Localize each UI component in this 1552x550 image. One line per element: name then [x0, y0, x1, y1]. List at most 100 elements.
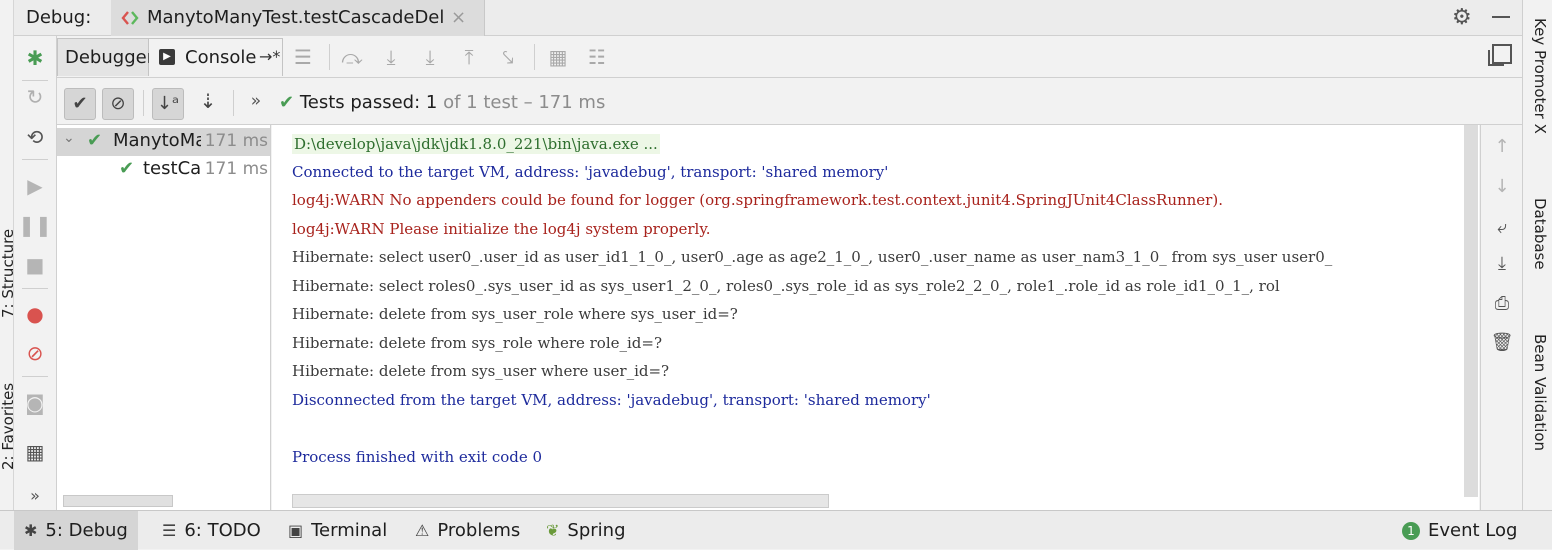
more-icon[interactable]: »: [243, 88, 269, 114]
tree-item-name: testCascadeDel: [143, 158, 203, 179]
chevron-down-icon[interactable]: ⌄: [63, 130, 75, 146]
event-count-badge: 1: [1402, 521, 1420, 540]
view-breakpoints-icon[interactable]: ●: [22, 301, 48, 327]
tests-passed-detail: of 1 test – 171 ms: [443, 92, 606, 113]
console-line: Hibernate: select roles0_.sys_user_id as…: [292, 277, 1280, 295]
console-output[interactable]: D:\develop\java\jdk\jdk1.8.0_221\bin\jav…: [272, 125, 1479, 510]
bottom-tab-terminal-label: Terminal: [311, 520, 388, 541]
structure-tool-label[interactable]: 7: Structure: [0, 229, 13, 318]
console-line: Hibernate: delete from sys_user where us…: [292, 362, 670, 380]
restore-layout-icon[interactable]: [1488, 44, 1512, 66]
show-ignored-icon[interactable]: ⊘: [102, 88, 134, 120]
favorites-tool-label[interactable]: 2: Favorites: [0, 383, 13, 470]
bottom-tab-problems[interactable]: ⚠ Problems: [405, 511, 530, 550]
show-execution-point-icon[interactable]: ☰: [290, 44, 316, 70]
bottom-tab-todo[interactable]: ☰ 6: TODO: [152, 511, 271, 550]
trash-icon[interactable]: 🗑: [1490, 331, 1514, 355]
check-icon: ✔: [279, 92, 295, 113]
trace-icon[interactable]: ☷: [584, 44, 610, 70]
tree-item-name: ManytoManyTest: [113, 130, 203, 151]
resume-icon[interactable]: ▶: [22, 173, 48, 199]
soft-wrap-icon[interactable]: ⤶: [1490, 216, 1514, 240]
force-step-into-icon[interactable]: ⤓: [417, 44, 443, 70]
camera-icon[interactable]: ◙: [22, 390, 48, 416]
step-into-icon[interactable]: ⤓: [378, 44, 404, 70]
tab-debugger[interactable]: Debugger: [57, 38, 154, 76]
console-pin-icon[interactable]: →*: [259, 47, 280, 66]
debug-side-toolbar: ✱ ↻ ⟲ ▶ ❚❚ ■ ● ⊘ ◙ ▦ »: [14, 36, 57, 510]
tree-item-time: 171 ms: [200, 131, 268, 151]
console-icon: ▶: [159, 49, 175, 65]
console-line: Hibernate: delete from sys_user_role whe…: [292, 305, 738, 323]
bug-icon: ✱: [24, 521, 38, 540]
scroll-to-end-icon[interactable]: ⤓: [1490, 252, 1514, 276]
passed-check-icon: ✔: [87, 130, 103, 151]
bottom-tab-spring-label: Spring: [567, 520, 626, 541]
terminal-icon: ▣: [288, 521, 304, 540]
minimize-icon[interactable]: [1492, 16, 1510, 18]
bottom-tab-debug-label: 5: Debug: [45, 520, 128, 541]
up-arrow-icon[interactable]: ↑: [1490, 135, 1514, 159]
close-icon[interactable]: ×: [451, 7, 466, 28]
bottom-tab-terminal[interactable]: ▣ Terminal: [278, 511, 397, 550]
debug-session-tab-label: ManytoManyTest.testCascadeDel: [147, 7, 445, 28]
down-arrow-icon[interactable]: ↓: [1490, 175, 1514, 199]
key-promoter-tool-label[interactable]: Key Promoter X: [1531, 18, 1549, 134]
stop-icon[interactable]: ■: [22, 252, 48, 278]
warning-icon: ⚠: [415, 521, 430, 540]
sort-by-duration-icon[interactable]: ⇣: [195, 88, 221, 114]
tab-console[interactable]: ▶ Console →*: [149, 38, 283, 76]
bottom-tool-bar: ✱ 5: Debug ☰ 6: TODO ▣ Terminal ⚠ Proble…: [0, 510, 1552, 550]
rerun-failed-icon[interactable]: ↻: [22, 84, 48, 110]
tab-debugger-label: Debugger: [65, 47, 155, 68]
pause-icon[interactable]: ❚❚: [18, 212, 52, 238]
print-icon[interactable]: ⎙: [1490, 292, 1514, 316]
tests-passed-count: 1: [425, 92, 438, 113]
tests-status: ✔ Tests passed: 1 of 1 test – 171 ms: [279, 92, 605, 113]
console-line: Disconnected from the target VM, address…: [292, 391, 931, 409]
debug-window-header: Debug: ManytoManyTest.testCascadeDel × ⚙: [14, 0, 1522, 36]
run-config-icon: [121, 11, 139, 25]
bottom-tab-debug[interactable]: ✱ 5: Debug: [14, 511, 138, 550]
passed-check-icon: ✔: [119, 158, 135, 179]
run-to-cursor-icon[interactable]: ⤥: [495, 44, 521, 70]
more-icon[interactable]: »: [22, 482, 48, 508]
step-over-icon[interactable]: ⤼: [339, 44, 365, 70]
evaluate-expression-icon[interactable]: ▦: [545, 44, 571, 70]
console-line[interactable]: D:\develop\java\jdk\jdk1.8.0_221\bin\jav…: [292, 134, 660, 154]
tree-horizontal-scrollbar[interactable]: [63, 495, 173, 507]
event-log-label: Event Log: [1428, 520, 1518, 541]
left-tool-strip: 7: Structure 2: Favorites: [0, 0, 14, 510]
tests-passed-label: Tests passed:: [299, 92, 421, 113]
debug-tool-tabs: Debugger ▶ Console →* ☰ ⤼ ⤓ ⤓ ⤒ ⤥ ▦ ☷: [57, 36, 1522, 78]
console-horizontal-scrollbar[interactable]: [292, 494, 829, 508]
bean-validation-tool-label[interactable]: Bean Validation: [1531, 334, 1549, 451]
debug-title: Debug:: [26, 7, 92, 28]
bottom-tab-todo-label: 6: TODO: [184, 520, 261, 541]
debug-session-tab[interactable]: ManytoManyTest.testCascadeDel ×: [111, 0, 485, 36]
console-line: log4j:WARN Please initialize the log4j s…: [292, 220, 711, 238]
console-line: Hibernate: select user0_.user_id as user…: [292, 248, 1333, 266]
database-tool-label[interactable]: Database: [1531, 198, 1549, 270]
console-line: Process finished with exit code 0: [292, 448, 543, 466]
mute-breakpoints-icon[interactable]: ⊘: [22, 340, 48, 366]
tree-item-suite[interactable]: ⌄ ✔ ManytoManyTest 171 ms: [57, 128, 270, 156]
spring-leaf-icon: ❦: [546, 521, 560, 540]
tree-item-test[interactable]: ✔ testCascadeDel 171 ms: [57, 156, 270, 184]
bottom-tab-spring[interactable]: ❦ Spring: [536, 511, 636, 550]
console-vertical-scrollbar[interactable]: [1464, 125, 1478, 497]
step-out-icon[interactable]: ⤒: [456, 44, 482, 70]
test-tree: ⌄ ✔ ManytoManyTest 171 ms ✔ testCascadeD…: [57, 125, 271, 510]
bottom-tab-problems-label: Problems: [437, 520, 521, 541]
console-side-toolbar: ↑ ↓ ⤶ ⤓ ⎙ 🗑: [1480, 125, 1522, 510]
layout-icon[interactable]: ▦: [22, 439, 48, 465]
gear-icon[interactable]: ⚙: [1452, 5, 1472, 30]
tree-item-time: 171 ms: [200, 159, 268, 179]
bug-icon[interactable]: ✱: [22, 45, 48, 71]
restart-icon[interactable]: ⟲: [22, 124, 48, 150]
show-passed-icon[interactable]: ✔: [64, 88, 96, 120]
sort-alphabetically-icon[interactable]: ↓ᵃ: [152, 88, 184, 120]
event-log-button[interactable]: 1 Event Log: [1392, 511, 1527, 550]
tab-console-label: Console: [185, 47, 257, 68]
console-line: log4j:WARN No appenders could be found f…: [292, 191, 1223, 209]
